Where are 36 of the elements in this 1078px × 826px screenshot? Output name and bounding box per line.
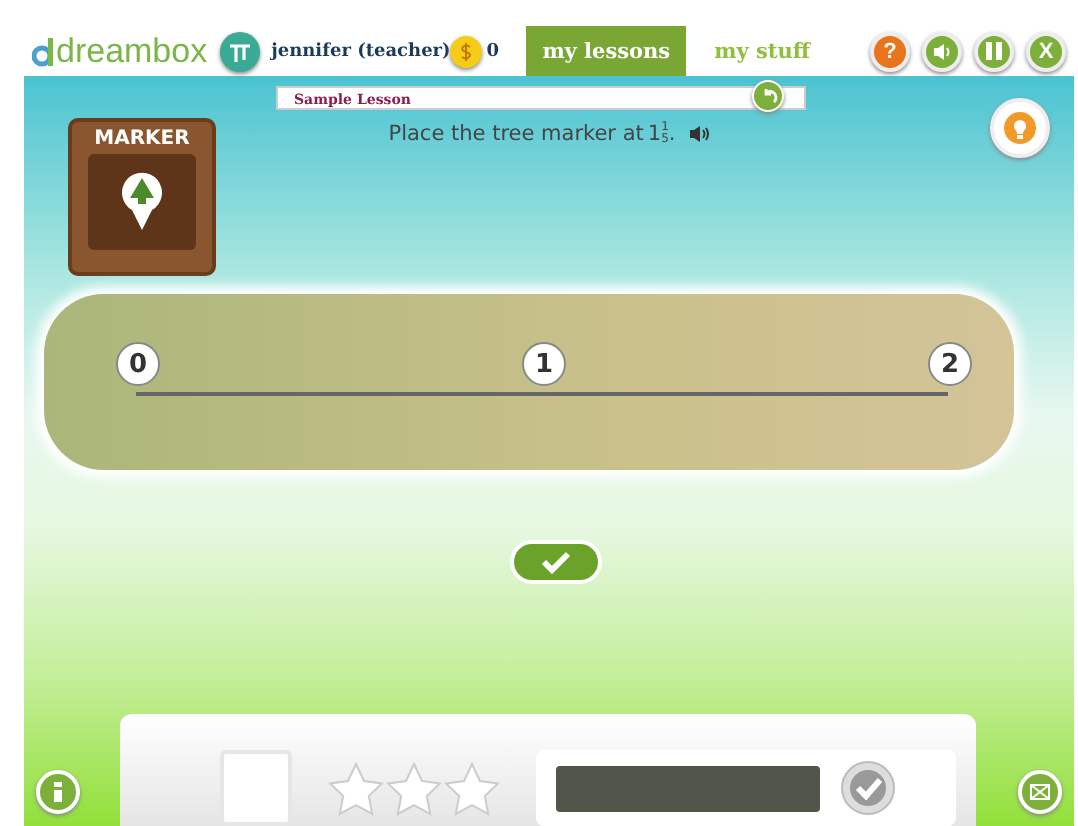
answer-slot: [220, 750, 292, 826]
close-button[interactable]: X: [1026, 31, 1066, 71]
info-button[interactable]: [36, 770, 80, 814]
mail-button[interactable]: [1018, 770, 1062, 814]
star-icon: [328, 761, 384, 815]
user-name: jennifer (teacher): [271, 41, 451, 61]
tick-label: 0: [116, 342, 160, 386]
star-icon: [444, 761, 500, 815]
speaker-icon[interactable]: [687, 124, 710, 144]
hint-button[interactable]: [990, 98, 1050, 158]
instruction-text: Place the tree marker at: [388, 122, 644, 146]
logo[interactable]: dreambox: [32, 31, 208, 71]
nav-tab[interactable]: my stuff: [698, 26, 826, 76]
pi-avatar-icon: [219, 31, 260, 71]
tick-label: 1: [522, 342, 566, 386]
tick-label: 2: [928, 342, 972, 386]
info-icon: [54, 782, 62, 802]
checkmark-icon: [540, 550, 572, 574]
submit-button[interactable]: [510, 540, 602, 584]
envelope-icon: [1030, 784, 1050, 800]
help-button[interactable]: ?: [870, 31, 910, 71]
coin-count: 0: [486, 41, 500, 61]
logo-icon: [32, 35, 56, 67]
star-icon: [386, 761, 442, 815]
tree-marker-icon[interactable]: [120, 172, 164, 232]
speaker-icon: [932, 41, 952, 61]
sound-button[interactable]: [922, 31, 962, 71]
coin-icon: [450, 35, 483, 67]
back-button[interactable]: [752, 80, 784, 112]
lightbulb-icon: [1002, 110, 1038, 146]
pause-icon: [986, 42, 1002, 60]
nav-tab[interactable]: my lessons: [526, 26, 687, 76]
marker-title: MARKER: [94, 128, 190, 150]
check-badge-icon: [840, 760, 896, 816]
return-arrow-icon: [759, 87, 777, 105]
pause-button[interactable]: [974, 31, 1014, 71]
